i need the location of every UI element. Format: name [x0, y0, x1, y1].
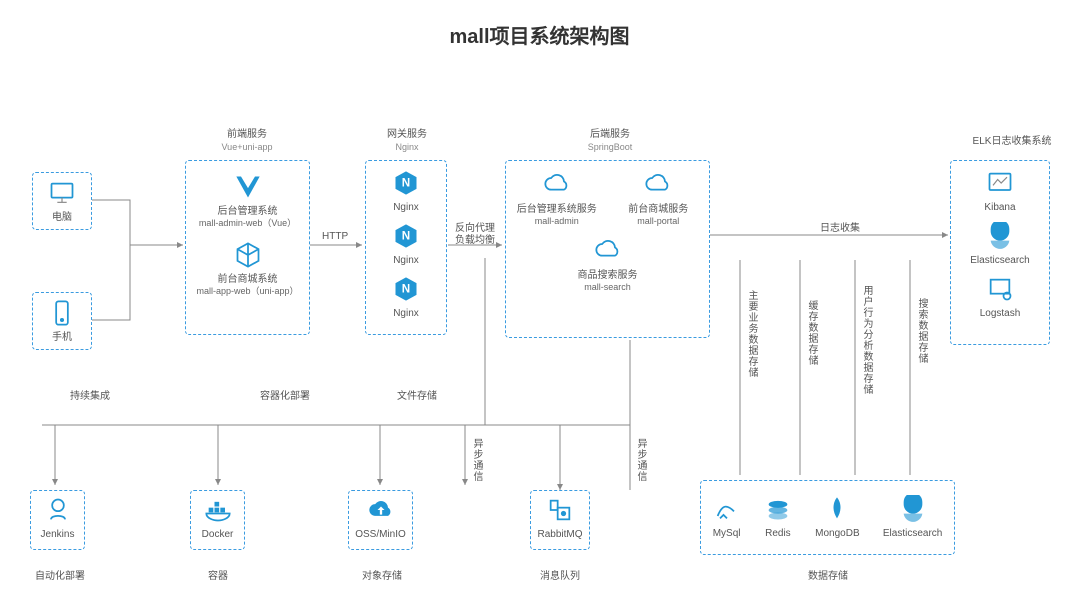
client-phone: 手机 [32, 292, 92, 350]
ci-label: 持续集成 [70, 390, 110, 403]
async2-label: 异步通信 [633, 438, 648, 482]
async1-label: 异步通信 [469, 438, 484, 482]
svg-text:N: N [402, 177, 410, 190]
storage-group: MySql Redis MongoDB Elasticsearch [700, 480, 955, 555]
mysql-label: MySql [713, 527, 741, 540]
rabbitmq-node: RabbitMQ [530, 490, 590, 550]
vue-icon [234, 173, 262, 201]
cloud-up-icon [367, 496, 395, 524]
elasticsearch-icon [899, 495, 927, 523]
phone-label: 手机 [33, 331, 91, 344]
svg-text:N: N [402, 230, 410, 243]
container-dep-label: 容器化部署 [260, 390, 310, 403]
mysql-icon [713, 495, 741, 523]
nginx-icon: N [392, 275, 420, 303]
kibana-label: Kibana [955, 201, 1045, 214]
jenkins-icon [44, 496, 72, 524]
admin-svc-sub: mall-admin [512, 216, 602, 227]
diagram-title: mall项目系统架构图 [0, 0, 1079, 61]
rabbitmq-icon [546, 496, 574, 524]
http-label: HTTP [322, 230, 348, 243]
footer-container: 容器 [208, 570, 228, 583]
admin-svc-label: 后台管理系统服务 [512, 203, 602, 216]
monitor-icon [48, 179, 76, 207]
footer-mq: 消息队列 [540, 570, 580, 583]
redis-label: Redis [764, 527, 792, 540]
frontend-group-title: 前端服务Vue+uni-app [207, 128, 287, 154]
docker-icon [204, 496, 232, 524]
phone-icon [48, 299, 76, 327]
storage-es-label: Elasticsearch [883, 527, 942, 540]
file-store-label: 文件存储 [397, 390, 437, 403]
footer-obj: 对象存储 [362, 570, 402, 583]
search-store-label: 搜索数据存储 [914, 298, 929, 364]
svg-text:N: N [402, 283, 410, 296]
cube-icon [234, 241, 262, 269]
lb-label: 反向代理 负载均衡 [455, 223, 503, 247]
logstash-label: Logstash [955, 307, 1045, 320]
es-label: Elasticsearch [955, 254, 1045, 267]
gateway-group-title: 网关服务Nginx [382, 128, 432, 154]
docker-node: Docker [190, 490, 245, 550]
kibana-icon [986, 169, 1014, 197]
nginx-label-1: Nginx [370, 201, 442, 214]
elasticsearch-icon [986, 222, 1014, 250]
rabbitmq-label: RabbitMQ [531, 528, 589, 541]
portal-svc-label: 前台商城服务 [613, 203, 703, 216]
footer-data: 数据存储 [808, 570, 848, 583]
backend-group: 后台管理系统服务mall-admin 前台商城服务mall-portal 商品搜… [505, 160, 710, 338]
docker-label: Docker [191, 528, 244, 541]
oss-node: OSS/MinIO [348, 490, 413, 550]
app-web-label: 前台商城系统 [192, 273, 303, 286]
elk-group-title: ELK日志收集系统 [967, 135, 1057, 148]
elk-group: Kibana Elasticsearch Logstash [950, 160, 1050, 345]
jenkins-node: Jenkins [30, 490, 85, 550]
nginx-label-2: Nginx [370, 254, 442, 267]
client-pc: 电脑 [32, 172, 92, 230]
main-store-label: 主要业务数据存储 [744, 290, 759, 378]
cloud-icon [594, 237, 622, 265]
nginx-label-3: Nginx [370, 307, 442, 320]
backend-group-title: 后端服务SpringBoot [580, 128, 640, 154]
log-label: 日志收集 [820, 222, 860, 235]
footer-auto: 自动化部署 [35, 570, 85, 583]
app-web-sub: mall-app-web（uni-app） [192, 286, 303, 297]
search-svc-sub: mall-search [506, 282, 709, 293]
admin-web-sub: mall-admin-web（Vue） [192, 218, 303, 229]
pc-label: 电脑 [33, 211, 91, 224]
oss-label: OSS/MinIO [349, 528, 412, 541]
admin-web-label: 后台管理系统 [192, 205, 303, 218]
redis-icon [764, 495, 792, 523]
mongo-label: MongoDB [815, 527, 859, 540]
jenkins-label: Jenkins [31, 528, 84, 541]
behavior-store-label: 用户行为分析数据存储 [859, 285, 874, 395]
cloud-icon [644, 171, 672, 199]
nginx-icon: N [392, 222, 420, 250]
cache-store-label: 缓存数据存储 [804, 300, 819, 366]
nginx-icon: N [392, 169, 420, 197]
portal-svc-sub: mall-portal [613, 216, 703, 227]
search-svc-label: 商品搜索服务 [506, 269, 709, 282]
frontend-group: 后台管理系统 mall-admin-web（Vue） 前台商城系统 mall-a… [185, 160, 310, 335]
cloud-icon [543, 171, 571, 199]
gateway-group: N Nginx N Nginx N Nginx [365, 160, 447, 335]
logstash-icon [986, 275, 1014, 303]
mongodb-icon [823, 495, 851, 523]
